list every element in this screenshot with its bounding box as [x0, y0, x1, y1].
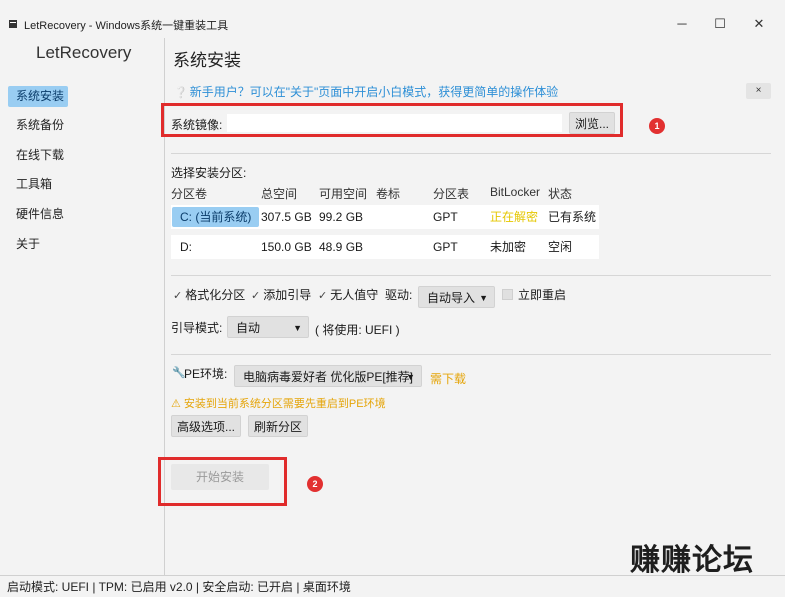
partition-volume: C: (当前系统) — [172, 207, 260, 227]
column-header-volume: 分区卷 — [171, 187, 208, 201]
boot-mode-select[interactable]: 自动 ▼ — [227, 316, 309, 338]
tip-text: 新手用户？可以在"关于"页面中开启小白模式，获得更简单的操作体验 — [189, 85, 559, 99]
pe-select[interactable]: 电脑病毒爱好者 优化版PE[推荐] ▼ — [234, 365, 422, 387]
sidebar-item-system-install[interactable]: 系统安装 — [8, 86, 68, 107]
partition-bitlocker: 正在解密 — [490, 210, 539, 224]
app-name: LetRecovery — [36, 43, 132, 62]
partition-volume: D: — [180, 240, 192, 254]
unattended-checkbox[interactable]: ✓ 无人值守 — [318, 286, 378, 303]
partition-row-c[interactable]: C: (当前系统) 307.5 GB 99.2 GB GPT 正在解密 已有系统 — [171, 205, 599, 229]
annotation-badge-2: 2 — [307, 476, 323, 492]
partition-table: GPT — [433, 240, 458, 254]
partition-bitlocker: 未加密 — [490, 240, 527, 254]
title-bar: LetRecovery - Windows系统一键重装工具 ─ ☐ ✕ — [0, 0, 785, 38]
boot-mode-label: 引导模式: — [171, 321, 223, 335]
page-title: 系统安装 — [173, 51, 241, 70]
status-text: 启动模式: UEFI | TPM: 已启用 v2.0 | 安全启动: 已开启 |… — [7, 580, 351, 594]
minimize-button[interactable]: ─ — [672, 14, 692, 34]
sidebar-item-hardware-info[interactable]: 硬件信息 — [8, 204, 68, 225]
watermark: 赚赚论坛 — [630, 543, 754, 578]
maximize-button[interactable]: ☐ — [710, 14, 730, 34]
dropdown-arrow-icon: ▼ — [479, 293, 488, 303]
format-partition-checkbox[interactable]: ✓ 格式化分区 — [173, 286, 245, 303]
partition-table: GPT — [433, 210, 458, 224]
tip-banner: ❔ 新手用户？可以在"关于"页面中开启小白模式，获得更简单的操作体验 — [171, 82, 771, 102]
close-button[interactable]: ✕ — [749, 14, 769, 34]
checkbox-icon — [502, 289, 513, 300]
column-header-free: 可用空间 — [319, 187, 368, 201]
driver-select[interactable]: 自动导入 ▼ — [418, 286, 495, 308]
partition-free: 99.2 GB — [319, 210, 364, 224]
partition-status: 空闲 — [548, 240, 573, 254]
column-header-table: 分区表 — [433, 187, 470, 201]
sidebar-item-about[interactable]: 关于 — [8, 234, 68, 255]
sidebar: LetRecovery 系统安装 系统备份 在线下载 工具箱 硬件信息 关于 — [0, 38, 164, 575]
boot-mode-note: ( 将使用: UEFI ) — [315, 323, 400, 337]
partition-free: 48.9 GB — [319, 240, 364, 254]
column-header-bitlocker: BitLocker — [490, 185, 541, 199]
column-header-status: 状态 — [548, 187, 573, 201]
tip-close-button[interactable]: × — [746, 83, 771, 99]
chat-bubble-icon: ❔ — [174, 87, 188, 99]
checkmark-icon: ✓ — [173, 290, 183, 302]
window-title: LetRecovery - Windows系统一键重装工具 — [24, 20, 229, 32]
add-boot-checkbox[interactable]: ✓ 添加引导 — [251, 286, 311, 303]
sidebar-item-online-download[interactable]: 在线下载 — [8, 145, 68, 166]
reboot-now-checkbox[interactable]: 立即重启 — [502, 286, 566, 303]
highlight-box-2 — [158, 457, 287, 506]
partition-total: 150.0 GB — [261, 240, 312, 254]
advanced-options-button[interactable]: 高级选项... — [171, 415, 241, 437]
divider — [171, 354, 771, 355]
sidebar-item-toolbox[interactable]: 工具箱 — [8, 174, 68, 195]
checkmark-icon: ✓ — [251, 290, 261, 302]
sidebar-item-system-backup[interactable]: 系统备份 — [8, 115, 68, 136]
pe-warning: ⚠ 安装到当前系统分区需要先重启到PE环境 — [171, 398, 386, 410]
status-bar: 启动模式: UEFI | TPM: 已启用 v2.0 | 安全启动: 已开启 |… — [0, 575, 785, 597]
annotation-badge-1: 1 — [649, 118, 665, 134]
refresh-partitions-button[interactable]: 刷新分区 — [248, 415, 308, 437]
app-icon — [9, 20, 17, 28]
dropdown-arrow-icon: ▼ — [293, 323, 302, 333]
dropdown-arrow-icon: ▼ — [406, 372, 415, 382]
highlight-box-1 — [161, 103, 623, 137]
pe-label: PE环境: — [184, 367, 228, 381]
column-header-total: 总空间 — [261, 187, 298, 201]
partition-section-label: 选择安装分区: — [171, 166, 247, 180]
partition-total: 307.5 GB — [261, 210, 312, 224]
driver-label: 驱动: — [385, 288, 413, 302]
divider — [171, 153, 771, 154]
partition-status: 已有系统 — [548, 210, 597, 224]
partition-row-d[interactable]: D: 150.0 GB 48.9 GB GPT 未加密 空闲 — [171, 235, 599, 259]
need-download-label: 需下载 — [430, 372, 467, 386]
divider — [171, 275, 771, 276]
checkmark-icon: ✓ — [318, 290, 328, 302]
column-header-label: 卷标 — [376, 187, 401, 201]
